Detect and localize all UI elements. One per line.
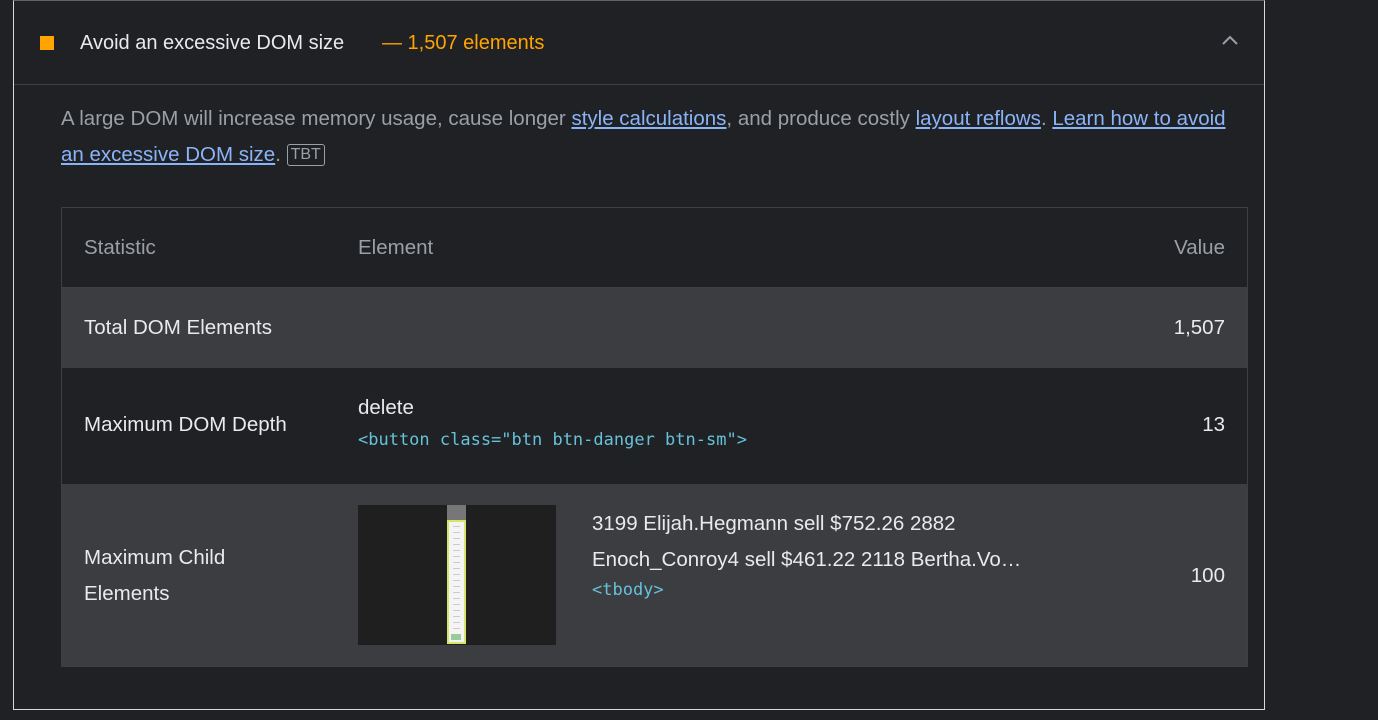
layout-reflows-link[interactable]: layout reflows [916,107,1041,130]
page: Avoid an excessive DOM size — 1,507 elem… [0,0,1378,720]
metric-tag-tbt: TBT [286,144,325,166]
audit-title: Avoid an excessive DOM size [80,32,345,54]
description-text: A large DOM will increase memory usage, … [61,107,572,130]
value-cell: 100 [1190,564,1225,587]
chevron-up-icon[interactable] [1220,31,1240,51]
statistic-cell: Maximum Child Elements [84,546,226,605]
audit-display-value: — 1,507 elements [382,32,545,54]
node-selector[interactable]: <tbody> [592,580,1052,600]
table-header: Statistic Element Value [62,208,1247,288]
thumbnail-highlight [447,520,466,644]
element-cell[interactable]: 3199 Elijah.Hegmann sell $752.26 2882 En… [592,506,1052,600]
element-cell[interactable]: delete <button class="btn btn-danger btn… [358,396,747,450]
warning-square-icon [40,36,54,50]
thumbnail-scrollbar [447,505,466,521]
description-text: . [1040,107,1053,130]
thumbnail-content [453,526,460,632]
node-selector[interactable]: <button class="btn btn-danger btn-sm"> [358,430,747,450]
details-table: Statistic Element Value Total DOM Elemen… [61,207,1248,667]
description-text: . [275,143,281,166]
statistic-cell: Total DOM Elements [84,316,272,339]
value-cell: 1,507 [1173,316,1225,339]
node-snippet: delete [358,396,414,419]
description-text: , and produce costly [726,107,916,130]
value-cell: 13 [1202,413,1225,436]
audit-header[interactable]: Avoid an excessive DOM size — 1,507 elem… [14,1,1264,85]
column-header-value: Value [1174,236,1225,259]
column-header-statistic: Statistic [84,236,156,259]
style-calculations-link[interactable]: style calculations [571,107,726,130]
statistic-cell: Maximum DOM Depth [84,413,287,436]
audit-description: A large DOM will increase memory usage, … [61,101,1251,173]
element-screenshot-thumbnail[interactable] [358,505,556,645]
audit-dom-size: Avoid an excessive DOM size — 1,507 elem… [13,0,1265,710]
node-snippet: 3199 Elijah.Hegmann sell $752.26 2882 En… [592,512,1022,571]
table-row: Maximum DOM Depth delete <button class="… [62,368,1247,484]
thumbnail-footer [451,634,461,640]
table-row: Total DOM Elements 1,507 [62,288,1247,368]
table-row: Maximum Child Elements 3199 Elijah.Hegma… [62,484,1247,666]
column-header-element: Element [358,236,434,259]
